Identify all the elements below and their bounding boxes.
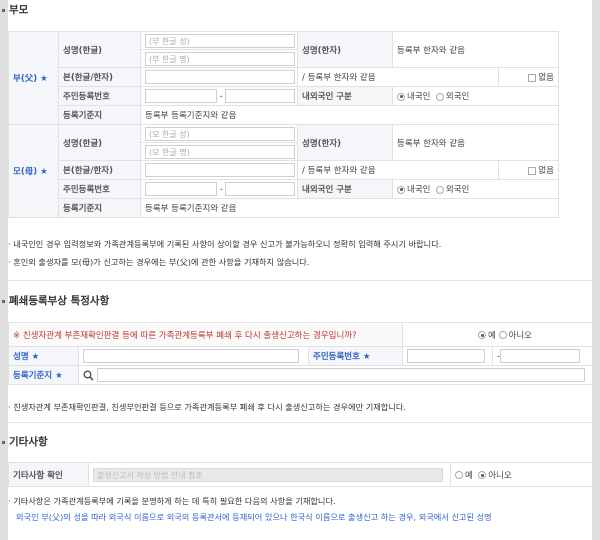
father-surname-input[interactable]: (부 한글 성) bbox=[145, 33, 295, 48]
mother-rrn-sep: - bbox=[219, 184, 223, 195]
mother-domestic-radio[interactable] bbox=[397, 185, 405, 194]
other-yes-radio[interactable] bbox=[455, 471, 463, 479]
parents-note-1: · 내국인인 경우 입력정보와 가족관계등록부에 기록된 사항이 상이할 경우 … bbox=[8, 239, 442, 249]
parents-table: 부(父) ★ 성명(한글) (부 한글 성) 성명(한자) 등록부 한자와 같음… bbox=[8, 31, 559, 218]
closure-note: · 친생자관계 부존재확인판결, 친생부인판결 등으로 가족관계등록부 폐쇄 후… bbox=[8, 402, 406, 412]
closure-yes-radio[interactable] bbox=[478, 331, 486, 339]
father-origin-label: 본(한글/한자) bbox=[58, 67, 141, 87]
father-domestic-label: 내국인 bbox=[407, 92, 431, 102]
parents-section-title: 부모 bbox=[2, 2, 28, 17]
father-foreign-radio[interactable] bbox=[435, 92, 444, 101]
closure-yes-label: 예 bbox=[488, 330, 496, 341]
mother-origin-label: 본(한글/한자) bbox=[58, 160, 141, 180]
parents-note-2: · 혼인외 출생자를 모(母)가 신고하는 경우에는 부(父)에 관한 사항을 … bbox=[8, 257, 310, 267]
father-origin-input[interactable] bbox=[145, 70, 295, 84]
other-guide-input[interactable]: 출생신고서 작성 방법 안내 참조 bbox=[93, 467, 443, 482]
father-rrn-sep: - bbox=[219, 91, 223, 102]
other-no-label: 아니오 bbox=[488, 470, 512, 481]
father-none-checkbox[interactable] bbox=[528, 73, 537, 82]
mother-none-label: 없음 bbox=[538, 166, 554, 176]
closure-section-title: 폐쇄등록부상 특정사항 bbox=[2, 293, 109, 308]
mother-rrn-label: 주민등록번호 bbox=[58, 179, 141, 199]
mother-rrn-front-input[interactable] bbox=[145, 182, 217, 196]
father-givenname-input[interactable]: (부 한글 명) bbox=[145, 51, 295, 66]
closure-no-label: 아니오 bbox=[508, 330, 532, 341]
closure-name-label: 성명 ★ bbox=[8, 346, 79, 366]
closure-base-label: 등록기준지 ★ bbox=[8, 365, 79, 385]
father-name-hanja-label: 성명(한자) bbox=[297, 31, 393, 68]
father-name-kr-label: 성명(한글) bbox=[58, 31, 141, 68]
father-domestic-radio[interactable] bbox=[397, 92, 405, 101]
father-rrn-label: 주민등록번호 bbox=[58, 86, 141, 106]
father-foreign-label: 외국인 bbox=[445, 92, 470, 102]
mother-origin-input[interactable] bbox=[145, 163, 295, 177]
closure-rrn-label: 주민등록번호 ★ bbox=[308, 346, 403, 366]
mother-name-kr-label: 성명(한글) bbox=[58, 124, 141, 161]
mother-domestic-label: 내국인 bbox=[407, 185, 431, 195]
section-divider bbox=[8, 422, 592, 423]
mother-givenname-input[interactable]: (모 한글 명) bbox=[145, 144, 295, 159]
mother-base-label: 등록기준지 bbox=[58, 198, 141, 218]
father-rrn-back-input[interactable] bbox=[225, 89, 296, 103]
mother-label: 모(母) ★ bbox=[8, 124, 59, 218]
father-hanja-value: 등록부 한자와 같음 bbox=[392, 31, 559, 68]
mother-origin-hint: / 등록부 한자와 같음 bbox=[297, 160, 499, 180]
closure-rrn-front-input[interactable] bbox=[407, 349, 485, 363]
closure-rrn-back-input[interactable] bbox=[500, 349, 581, 363]
mother-surname-input[interactable]: (모 한글 성) bbox=[145, 126, 295, 141]
other-yes-label: 예 bbox=[465, 470, 473, 481]
mother-rrn-back-input[interactable] bbox=[225, 182, 296, 196]
closure-question: ※ 친생자관계 부존재확인판결 등에 따른 가족관계등록부 폐쇄 후 다시 출생… bbox=[8, 322, 403, 347]
other-table: 기타사항 확인 출생신고서 작성 방법 안내 참조 예 아니오 bbox=[8, 462, 593, 487]
closure-no-radio[interactable] bbox=[498, 331, 507, 339]
mother-foreign-label: 외국인 bbox=[445, 185, 470, 195]
mother-none-checkbox[interactable] bbox=[528, 166, 537, 175]
closure-base-input[interactable] bbox=[96, 368, 585, 382]
father-label: 부(父) ★ bbox=[8, 31, 59, 125]
bullet-icon bbox=[2, 440, 5, 444]
father-nationality-label: 내외국인 구분 bbox=[297, 86, 393, 106]
bullet-icon bbox=[2, 299, 5, 303]
other-section-title: 기타사항 bbox=[2, 434, 48, 449]
mother-name-hanja-label: 성명(한자) bbox=[297, 124, 393, 161]
section-divider bbox=[8, 280, 592, 281]
father-none-label: 없음 bbox=[538, 73, 554, 83]
other-no-radio[interactable] bbox=[478, 471, 487, 479]
mother-foreign-radio[interactable] bbox=[435, 185, 444, 194]
mother-base-value: 등록부 등록기준지와 같음 bbox=[140, 198, 559, 218]
search-icon[interactable] bbox=[83, 370, 94, 381]
other-note-2: 외국인 부(父)의 성을 따라 외국식 이름으로 외국의 등록관서에 등재되어 … bbox=[16, 512, 492, 522]
closure-table: ※ 친생자관계 부존재확인판결 등에 따른 가족관계등록부 폐쇄 후 다시 출생… bbox=[8, 322, 593, 385]
father-base-label: 등록기준지 bbox=[58, 105, 141, 125]
other-confirm-label: 기타사항 확인 bbox=[8, 462, 89, 487]
mother-nationality-label: 내외국인 구분 bbox=[297, 179, 393, 199]
father-rrn-front-input[interactable] bbox=[145, 89, 217, 103]
mother-hanja-value: 등록부 한자와 같음 bbox=[392, 124, 559, 161]
other-note-1: · 기타사항은 가족관계등록부에 기록을 분명하게 하는 데 특히 필요한 다음… bbox=[8, 496, 336, 506]
father-origin-hint: / 등록부 한자와 같음 bbox=[297, 67, 499, 87]
closure-name-input[interactable] bbox=[83, 349, 299, 363]
bullet-icon bbox=[2, 8, 5, 12]
father-base-value: 등록부 등록기준지와 같음 bbox=[140, 105, 559, 125]
form-sheet: 부모 부(父) ★ 성명(한글) (부 한글 성) 성명(한자) 등록부 한자와… bbox=[2, 0, 593, 540]
